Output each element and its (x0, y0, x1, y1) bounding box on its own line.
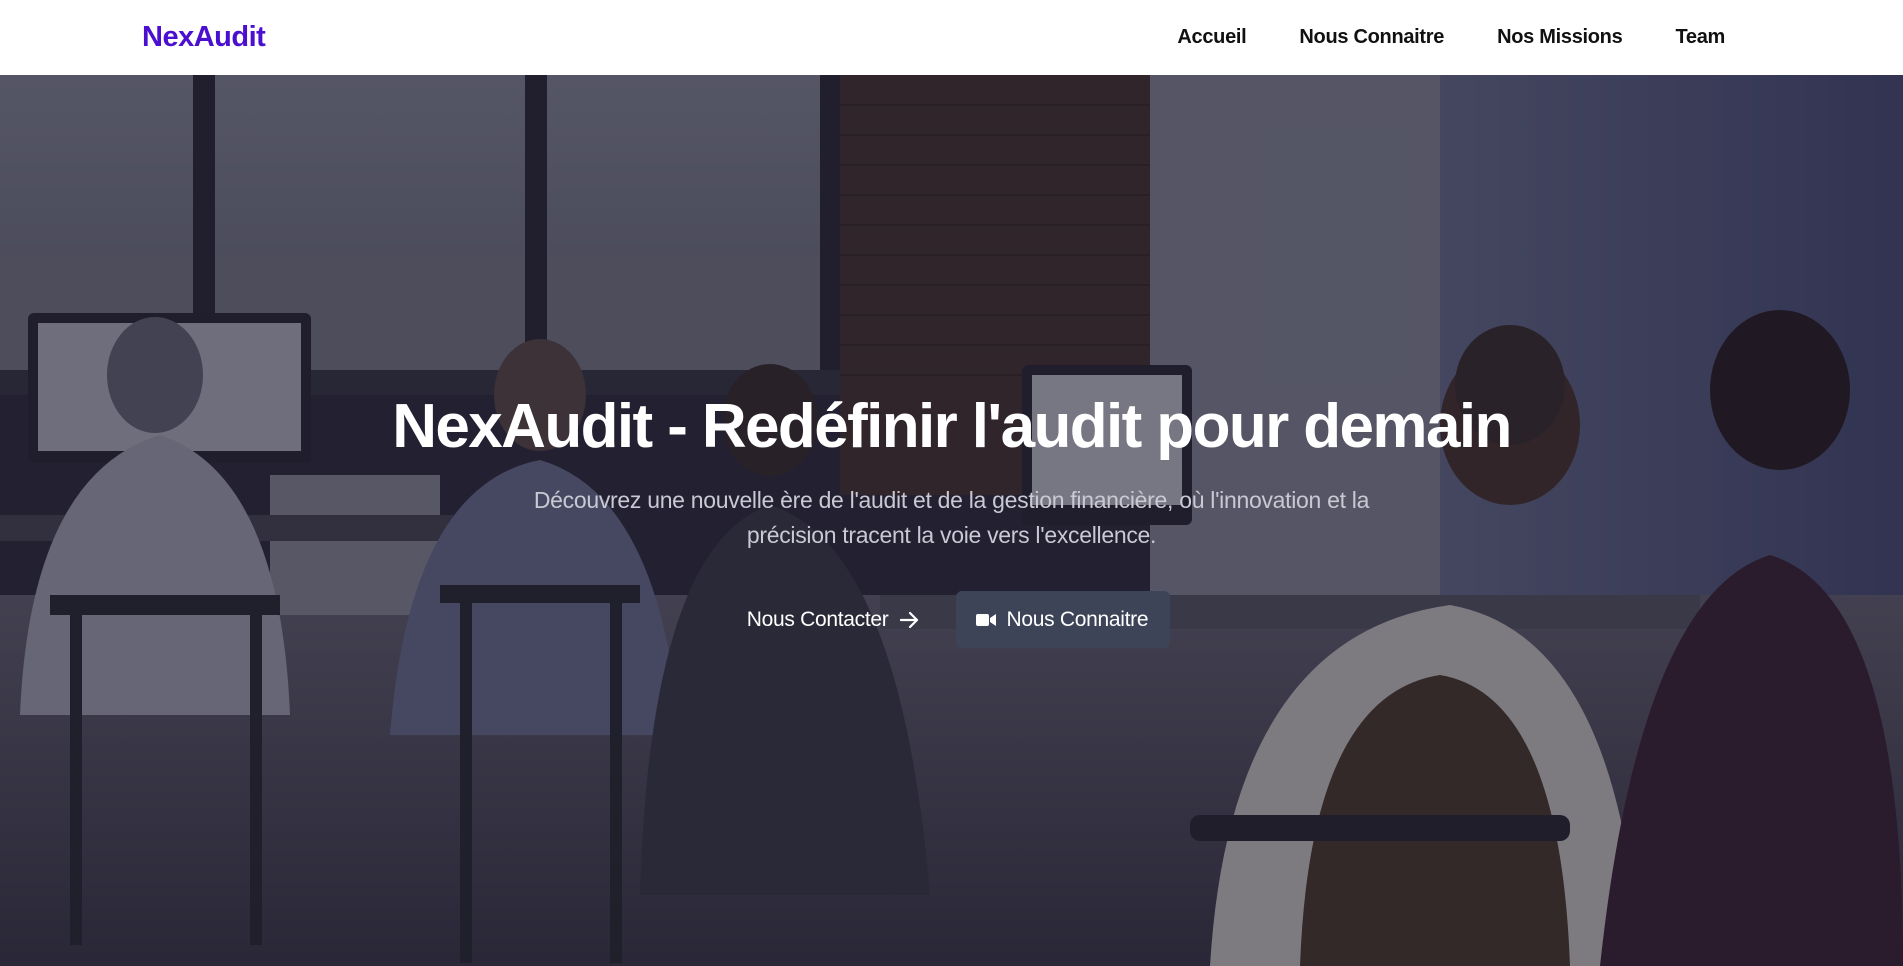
hero-title: NexAudit - Redéfinir l'audit pour demain (392, 392, 1512, 461)
nav-link-accueil[interactable]: Accueil (1177, 26, 1246, 48)
nav-link-nos-missions[interactable]: Nos Missions (1497, 26, 1623, 48)
arrow-right-icon (900, 611, 920, 629)
brand-logo[interactable]: NexAudit (142, 21, 266, 54)
about-button[interactable]: Nous Connaitre (956, 591, 1171, 649)
hero-subtitle: Découvrez une nouvelle ère de l'audit et… (533, 487, 1370, 549)
about-button-label: Nous Connaitre (1006, 607, 1149, 631)
contact-button-label: Nous Contacter (746, 607, 889, 631)
hero-content: NexAudit - Redéfinir l'audit pour demain… (0, 75, 1903, 966)
nav-item-team: Team (1675, 26, 1725, 49)
hero-actions: Nous Contacter Nous Connaitre (733, 591, 1171, 649)
nav-link-team[interactable]: Team (1675, 26, 1725, 48)
nav-menu: Accueil Nous Connaitre Nos Missions Team (1177, 26, 1725, 49)
nav-item-nos-missions: Nos Missions (1497, 26, 1623, 49)
nav-item-accueil: Accueil (1177, 26, 1246, 49)
contact-button[interactable]: Nous Contacter (733, 592, 935, 648)
hero-section: NexAudit - Redéfinir l'audit pour demain… (0, 75, 1903, 966)
nav-item-nous-connaitre: Nous Connaitre (1299, 26, 1444, 49)
video-camera-icon (976, 613, 997, 627)
top-navbar: NexAudit Accueil Nous Connaitre Nos Miss… (0, 0, 1903, 75)
nav-link-nous-connaitre[interactable]: Nous Connaitre (1299, 26, 1444, 48)
